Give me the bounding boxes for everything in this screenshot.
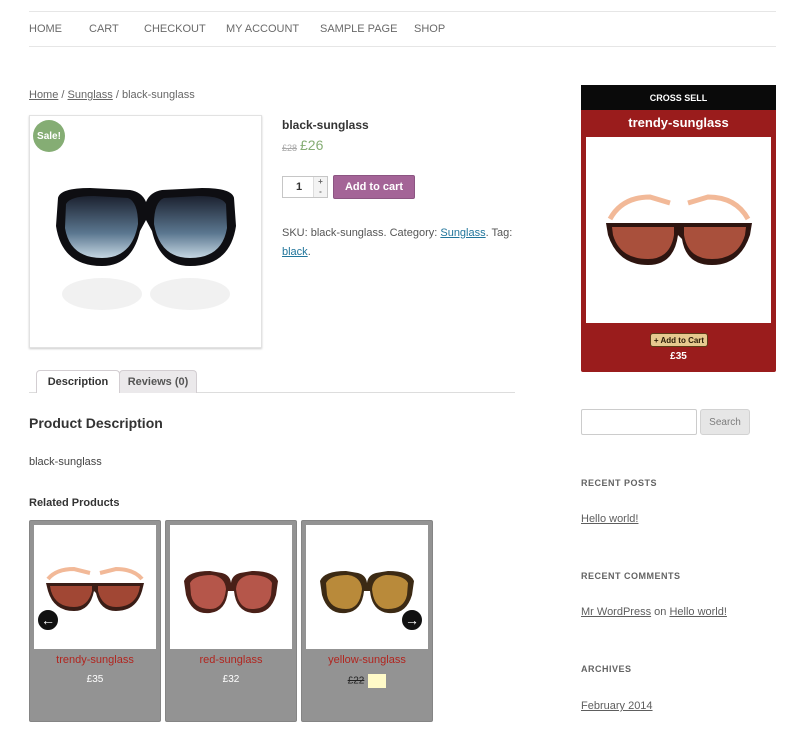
- search-button[interactable]: Search: [700, 409, 750, 435]
- cross-sell-product-title[interactable]: trendy-sunglass: [581, 115, 776, 130]
- cross-sell-widget: CROSS SELL trendy-sunglass + Add to Cart…: [581, 85, 776, 372]
- recent-posts-list: Hello world!: [581, 513, 638, 525]
- nav-item-sample-page[interactable]: SAMPLE PAGE: [320, 23, 397, 35]
- sunglass-image: [606, 194, 752, 265]
- tag-label: . Tag:: [485, 227, 513, 239]
- sku-value: black-sunglass: [310, 227, 384, 239]
- sale-badge: Sale!: [33, 120, 65, 152]
- product-description-heading: Product Description: [29, 415, 163, 431]
- category-link[interactable]: Sunglass: [440, 227, 485, 239]
- product-image[interactable]: [29, 115, 262, 348]
- breadcrumb-home-link[interactable]: Home: [29, 89, 58, 101]
- breadcrumb-category-link[interactable]: Sunglass: [68, 89, 113, 101]
- breadcrumb-current: black-sunglass: [121, 89, 195, 101]
- cross-sell-price: £35: [670, 351, 687, 362]
- quantity-down-icon[interactable]: -: [314, 187, 327, 197]
- product-title: black-sunglass: [282, 118, 369, 132]
- quantity-input[interactable]: 1: [283, 181, 315, 193]
- breadcrumb-separator: /: [112, 89, 122, 101]
- sunglass-image: [184, 571, 278, 614]
- archives-list: February 2014: [581, 700, 653, 712]
- carousel-prev-icon[interactable]: ←: [36, 608, 60, 632]
- recent-comment-item: Mr WordPress on Hello world!: [581, 606, 727, 618]
- archives-heading: ARCHIVES: [581, 664, 632, 674]
- top-navigation: HOME CART CHECKOUT MY ACCOUNT SAMPLE PAG…: [29, 11, 776, 47]
- related-product-old-price: £22: [347, 675, 365, 687]
- recent-post-link[interactable]: Hello world!: [581, 513, 638, 525]
- related-product-card[interactable]: red-sunglass £32: [165, 520, 297, 722]
- quantity-stepper[interactable]: 1 + -: [282, 176, 328, 198]
- recent-comments-heading: RECENT COMMENTS: [581, 571, 681, 581]
- old-price: £28: [282, 143, 298, 153]
- search-input[interactable]: [581, 409, 697, 435]
- related-product-name[interactable]: trendy-sunglass: [30, 654, 160, 666]
- related-product-price-row: £22: [302, 674, 432, 688]
- tab-description[interactable]: Description: [36, 370, 120, 393]
- nav-item-my-account[interactable]: MY ACCOUNT: [226, 23, 299, 35]
- price-highlight: [368, 674, 387, 688]
- sku-label: SKU:: [282, 227, 311, 239]
- comment-on-text: on: [651, 606, 670, 618]
- comment-author-link[interactable]: Mr WordPress: [581, 606, 651, 618]
- black-sunglass-image: [56, 188, 236, 310]
- related-products-heading: Related Products: [29, 497, 120, 509]
- cross-sell-product-image[interactable]: [586, 137, 771, 323]
- product-description-text: black-sunglass: [29, 456, 102, 468]
- tag-link[interactable]: black: [282, 246, 308, 258]
- related-product-name[interactable]: yellow-sunglass: [302, 654, 432, 666]
- product-meta: SKU: black-sunglass. Category: Sunglass.…: [282, 224, 522, 262]
- recent-posts-heading: RECENT POSTS: [581, 478, 658, 488]
- red-sunglass-image[interactable]: [170, 525, 292, 649]
- cross-sell-heading: CROSS SELL: [581, 85, 776, 110]
- archive-link[interactable]: February 2014: [581, 700, 653, 712]
- related-product-name[interactable]: red-sunglass: [166, 654, 296, 666]
- related-product-price: £35: [86, 674, 104, 685]
- cross-sell-add-to-cart-button[interactable]: + Add to Cart: [650, 333, 708, 347]
- related-product-price: £32: [222, 674, 240, 685]
- sale-price: £26: [300, 137, 324, 153]
- category-label: . Category:: [383, 227, 441, 239]
- comment-post-link[interactable]: Hello world!: [669, 606, 726, 618]
- tab-reviews[interactable]: Reviews (0): [119, 370, 197, 393]
- nav-item-home[interactable]: HOME: [29, 23, 62, 35]
- add-to-cart-button[interactable]: Add to cart: [333, 175, 415, 199]
- carousel-next-icon[interactable]: →: [400, 608, 424, 632]
- breadcrumb-separator: /: [58, 89, 68, 101]
- nav-item-cart[interactable]: CART: [89, 23, 119, 35]
- breadcrumb: Home / Sunglass / black-sunglass: [29, 89, 195, 101]
- meta-end: .: [307, 246, 311, 258]
- quantity-up-icon[interactable]: +: [314, 177, 327, 187]
- nav-item-shop[interactable]: SHOP: [414, 23, 445, 35]
- nav-item-checkout[interactable]: CHECKOUT: [144, 23, 206, 35]
- quantity-arrows[interactable]: + -: [313, 177, 327, 197]
